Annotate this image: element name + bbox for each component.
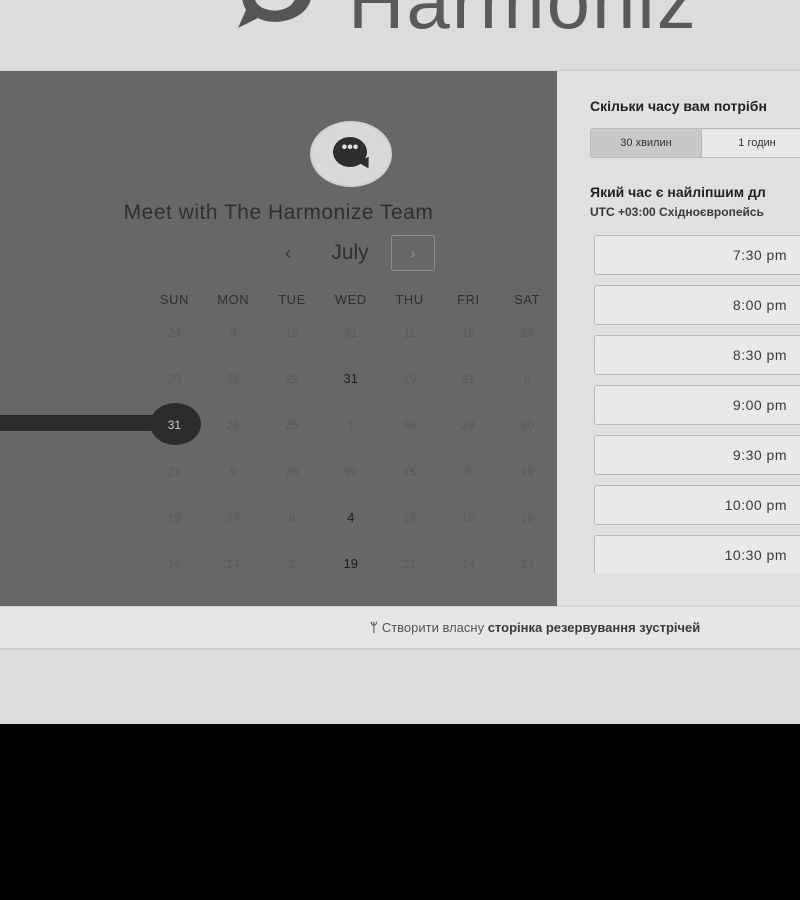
time-slot-label: 8:00 pm bbox=[732, 297, 787, 313]
calendar-day: 30 bbox=[402, 418, 417, 432]
sprocket-icon: ᛘ bbox=[370, 620, 378, 635]
time-slot-label: 10:30 pm bbox=[724, 547, 787, 563]
time-slot-button[interactable]: 9:00 pm bbox=[594, 385, 800, 425]
time-slot-button[interactable]: 10:00 pm bbox=[594, 485, 800, 525]
calendar-day: 10 bbox=[461, 511, 476, 525]
weekday-label: WED bbox=[334, 292, 367, 307]
weekday-header: SUN MON TUE WED THU FRI SAT bbox=[145, 292, 557, 307]
calendar-day: 19 bbox=[402, 372, 417, 386]
time-slot-button[interactable]: 8:30 pm bbox=[594, 335, 800, 375]
calendar-week-row: 24 8 18 31 11 16 24 bbox=[145, 323, 557, 343]
prev-month-button[interactable]: ‹ bbox=[276, 239, 300, 267]
calendar-week-row: 21 9 20 29 15 5 19 bbox=[145, 462, 557, 482]
calendar-day[interactable]: 31 bbox=[321, 369, 380, 389]
calendar-day: 21 bbox=[402, 557, 417, 571]
calendar-day: 21 bbox=[167, 465, 182, 479]
calendar-week-row: 16 14 3 19 21 14 17 bbox=[145, 554, 557, 574]
time-slot-label: 10:00 pm bbox=[724, 497, 787, 513]
weekday-label: MON bbox=[217, 292, 250, 307]
calendar-day: 19 bbox=[167, 511, 182, 525]
calendar-day: 24 bbox=[167, 326, 182, 340]
calendar-day: 14 bbox=[461, 557, 476, 571]
calendar-day: 8 bbox=[523, 372, 531, 386]
footer-text-plain: Створити власну bbox=[381, 620, 485, 635]
timezone-name: Східноєвропейсь bbox=[659, 205, 764, 219]
time-question: Який час є найліпшим дл bbox=[590, 184, 766, 200]
time-slot-button[interactable]: 8:00 pm bbox=[594, 285, 800, 325]
calendar-day: 16 bbox=[167, 557, 182, 571]
calendar-day: 5 bbox=[465, 465, 472, 479]
booking-card: ••• Meet with The Harmonize Team ‹ July … bbox=[0, 71, 800, 648]
weekday-label: FRI bbox=[457, 292, 480, 307]
next-month-button[interactable]: › bbox=[391, 235, 435, 271]
calendar-day: 29 bbox=[344, 465, 358, 479]
calendar-day: 20 bbox=[285, 465, 299, 479]
time-slot-label: 9:00 pm bbox=[732, 397, 787, 413]
time-slot-list: 7:30 pm 8:00 pm 8:30 pm 9:00 pm 9:30 pm 10:00… bbox=[594, 235, 800, 573]
time-slot-button[interactable]: 9:30 pm bbox=[594, 435, 800, 475]
calendar-day: 21 bbox=[461, 372, 476, 386]
calendar-day: 30 bbox=[520, 418, 534, 432]
calendar-day: 15 bbox=[402, 465, 417, 479]
calendar-day: 3 bbox=[288, 557, 296, 571]
calendar-day: 16 bbox=[461, 326, 476, 340]
brand-name: Harmoniz bbox=[348, 0, 698, 45]
calendar-day: 8 bbox=[229, 326, 237, 340]
calendar-week-row: 31 26 25 1 30 28 30 bbox=[145, 415, 557, 435]
calendar-panel: ••• Meet with The Harmonize Team ‹ July … bbox=[0, 71, 557, 606]
duration-question: Скільки часу вам потрібн bbox=[590, 98, 767, 114]
time-slot-button[interactable]: 10:30 pm bbox=[594, 535, 800, 573]
time-slot-button[interactable]: 7:30 pm bbox=[594, 235, 800, 275]
calendar-day: 19 bbox=[520, 465, 534, 479]
timezone-selector[interactable]: UTC +03:00 Східноєвропейсь bbox=[590, 205, 764, 219]
footer-text-bold: сторінка резервування зустрічей bbox=[487, 620, 701, 635]
duration-option[interactable]: 30 хвилин bbox=[591, 129, 702, 157]
calendar-week-row: 19 27 8 4 12 10 18 bbox=[145, 508, 557, 528]
host-avatar: ••• bbox=[310, 121, 392, 187]
calendar-day: 14 bbox=[226, 557, 240, 571]
calendar-day: 12 bbox=[402, 511, 417, 525]
calendar-day: 26 bbox=[226, 418, 240, 432]
screen: Harmoniz ••• Meet with The Harmonize Tea… bbox=[0, 0, 800, 724]
weekday-label: SAT bbox=[514, 292, 541, 307]
calendar-day: 20 bbox=[167, 372, 182, 386]
duration-option[interactable]: 1 годин bbox=[702, 129, 800, 157]
calendar-week-row: 20 26 22 31 19 21 8 bbox=[145, 369, 557, 389]
chat-bubble-logo-icon bbox=[238, 0, 311, 28]
weekday-label: THU bbox=[395, 292, 424, 307]
create-booking-page-link[interactable]: ᛘ Створити власну сторінка резервування з… bbox=[370, 620, 700, 635]
calendar-day: 26 bbox=[226, 372, 240, 386]
calendar-day: 11 bbox=[403, 326, 416, 340]
calendar-day: 17 bbox=[520, 557, 534, 571]
meeting-title: Meet with The Harmonize Team bbox=[123, 201, 434, 224]
calendar-day: 31 bbox=[344, 326, 358, 340]
month-label: July bbox=[331, 241, 369, 264]
footer: ᛘ Створити власну сторінка резервування з… bbox=[0, 606, 800, 648]
scheduler-panel: Скільки часу вам потрібн 30 хвилин 1 годи… bbox=[557, 71, 800, 606]
calendar-day: 24 bbox=[520, 326, 534, 340]
time-slot-label: 7:30 pm bbox=[732, 247, 787, 263]
calendar-day: 27 bbox=[226, 511, 240, 525]
weekday-label: TUE bbox=[278, 292, 306, 307]
calendar-day[interactable]: 4 bbox=[321, 508, 380, 528]
timezone-offset: UTC +03:00 bbox=[590, 205, 656, 219]
time-slot-label: 9:30 pm bbox=[732, 447, 787, 463]
calendar-day[interactable]: 19 bbox=[321, 554, 380, 574]
calendar-day: 18 bbox=[285, 326, 299, 340]
duration-selector: 30 хвилин 1 годин bbox=[590, 128, 800, 158]
weekday-label: SUN bbox=[159, 292, 189, 307]
calendar-day: 22 bbox=[285, 372, 299, 386]
calendar-day: 1 bbox=[347, 418, 355, 432]
time-slot-label: 8:30 pm bbox=[732, 347, 787, 363]
calendar-day: 8 bbox=[288, 511, 296, 525]
calendar-day: 28 bbox=[461, 418, 476, 432]
calendar-day-selected[interactable]: 31 bbox=[145, 415, 204, 435]
calendar-day: 25 bbox=[285, 418, 299, 432]
calendar-day: 18 bbox=[520, 511, 534, 525]
calendar-day: 9 bbox=[229, 465, 237, 479]
